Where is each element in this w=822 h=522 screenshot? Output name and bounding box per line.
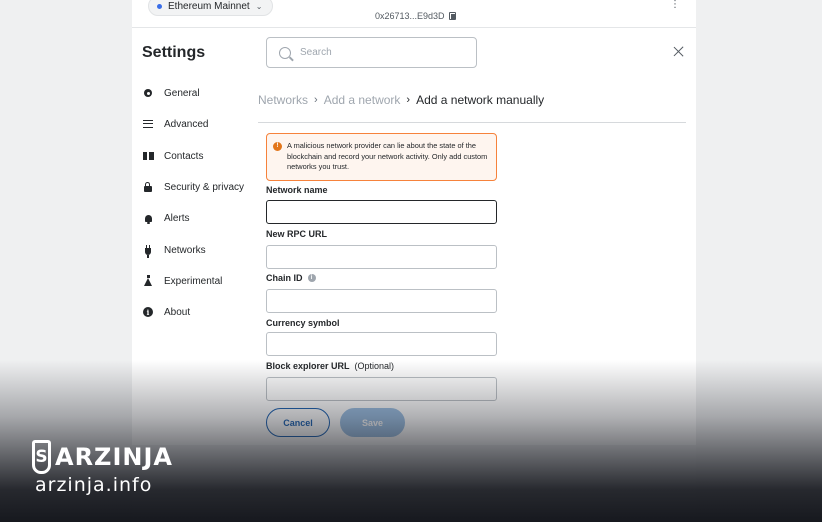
gear-icon	[144, 89, 152, 97]
search-icon	[279, 46, 291, 59]
block-explorer-label: Block explorer URL (Optional)	[266, 361, 395, 371]
sidebar-item-security[interactable]: Security & privacy	[142, 178, 244, 196]
breadcrumb-current: Add a network manually	[416, 93, 545, 107]
kebab-menu-icon[interactable]: ⋮	[670, 0, 680, 10]
sidebar-item-label: Security & privacy	[164, 181, 245, 193]
sidebar-item-advanced[interactable]: Advanced	[142, 115, 208, 133]
breadcrumb-chevron-icon: ›	[314, 94, 318, 106]
sidebar-item-label: Advanced	[164, 118, 209, 130]
rpc-url-label: New RPC URL	[266, 229, 328, 239]
header-divider	[258, 122, 686, 123]
lock-icon	[144, 181, 152, 192]
sidebar-item-label: Alerts	[164, 212, 190, 224]
page-title: Settings	[142, 44, 206, 61]
network-name: Ethereum Mainnet	[168, 0, 250, 12]
chain-id-label: Chain ID i	[266, 273, 316, 283]
optional-tag: (Optional)	[354, 361, 395, 371]
sidebar-item-contacts[interactable]: Contacts	[142, 147, 203, 165]
watermark-logo: S ARZINJA	[32, 440, 173, 474]
bell-icon	[144, 214, 152, 224]
currency-symbol-label: Currency symbol	[266, 318, 340, 328]
breadcrumb-add-network[interactable]: Add a network	[324, 93, 401, 107]
sidebar-item-label: About	[164, 306, 191, 318]
save-button[interactable]: Save	[340, 408, 405, 437]
watermark-brand: ARZINJA	[55, 443, 173, 471]
chain-id-input[interactable]	[266, 289, 497, 313]
search-input[interactable]	[300, 47, 470, 58]
book-icon	[142, 152, 154, 160]
warning-icon: !	[273, 142, 282, 151]
sidebar-item-label: Contacts	[164, 150, 204, 162]
rpc-url-input[interactable]	[266, 245, 497, 269]
right-background	[696, 0, 822, 522]
sliders-icon	[143, 120, 153, 128]
breadcrumb: Networks › Add a network › Add a network…	[258, 93, 544, 107]
sidebar-item-label: General	[164, 87, 200, 99]
sidebar-item-about[interactable]: i About	[142, 303, 190, 321]
info-tooltip-icon[interactable]: i	[307, 274, 316, 282]
close-icon[interactable]	[673, 46, 684, 57]
cancel-button[interactable]: Cancel	[266, 408, 330, 437]
network-selector[interactable]: Ethereum Mainnet ⌄	[148, 0, 274, 16]
sidebar-item-label: Experimental	[164, 275, 223, 287]
watermark-url: arzinja.info	[35, 474, 153, 496]
sidebar-item-alerts[interactable]: Alerts	[142, 209, 190, 227]
block-explorer-input[interactable]	[266, 377, 497, 401]
flask-icon	[144, 275, 152, 286]
info-icon: i	[143, 307, 153, 317]
breadcrumb-chevron-icon: ›	[406, 94, 411, 106]
network-indicator-icon	[157, 3, 162, 9]
account-address[interactable]: 0x26713...E9d3D	[375, 11, 456, 21]
warning-text: A malicious network provider can lie abo…	[287, 141, 488, 172]
network-name-input[interactable]	[266, 200, 497, 224]
account-address-text: 0x26713...E9d3D	[375, 11, 445, 21]
copy-icon[interactable]	[448, 12, 456, 20]
sidebar-item-networks[interactable]: Networks	[142, 241, 206, 259]
breadcrumb-networks[interactable]: Networks	[258, 93, 308, 107]
brand-logo-icon: S	[32, 440, 51, 474]
currency-symbol-input[interactable]	[266, 332, 497, 356]
sidebar-item-experimental[interactable]: Experimental	[142, 272, 222, 290]
network-name-label: Network name	[266, 185, 328, 195]
app-header: Ethereum Mainnet ⌄ 0x26713...E9d3D ⋮	[132, 0, 696, 28]
security-warning-banner: ! A malicious network provider can lie a…	[266, 133, 497, 181]
chevron-down-icon: ⌄	[255, 1, 263, 11]
plug-icon	[145, 244, 151, 258]
search-box[interactable]	[266, 37, 477, 68]
settings-panel: Ethereum Mainnet ⌄ 0x26713...E9d3D ⋮ Set…	[132, 0, 696, 445]
sidebar-item-general[interactable]: General	[142, 84, 200, 102]
sidebar-item-label: Networks	[164, 244, 206, 256]
